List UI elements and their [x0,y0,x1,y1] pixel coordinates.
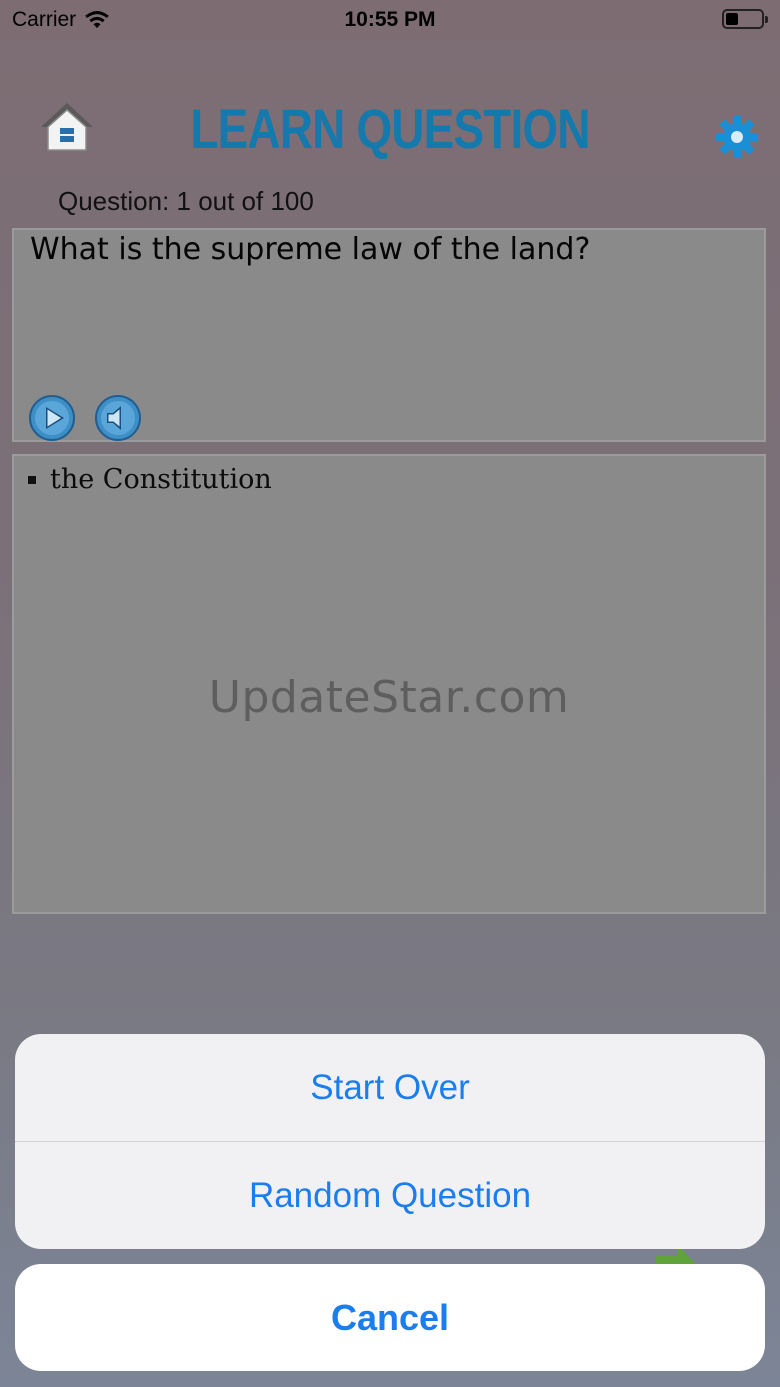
list-item: the Constitution [28,464,272,495]
status-bar: Carrier 10:55 PM [0,0,780,40]
random-question-button[interactable]: Random Question [15,1142,765,1249]
cancel-button[interactable]: Cancel [15,1264,765,1371]
question-text: What is the supreme law of the land? [30,232,591,267]
gear-icon [716,116,758,158]
battery-level [726,13,738,25]
answer-text: the Constitution [50,464,272,495]
bullet-icon [28,475,36,484]
play-icon [29,395,75,441]
battery-icon [722,9,768,29]
question-counter: Question: 1 out of 100 [58,186,314,216]
question-panel: What is the supreme law of the land? [12,228,766,442]
page-title: LEARN QUESTION [190,97,590,160]
settings-button[interactable] [714,114,760,160]
start-over-button[interactable]: Start Over [15,1034,765,1141]
speaker-button[interactable] [94,394,142,442]
action-sheet: Start Over Random Question [15,1034,765,1249]
play-button[interactable] [28,394,76,442]
status-time: 10:55 PM [344,8,436,31]
answer-panel: the Constitution UpdateStar.com [12,454,766,914]
speaker-icon [95,395,141,441]
watermark: UpdateStar.com [208,672,570,723]
